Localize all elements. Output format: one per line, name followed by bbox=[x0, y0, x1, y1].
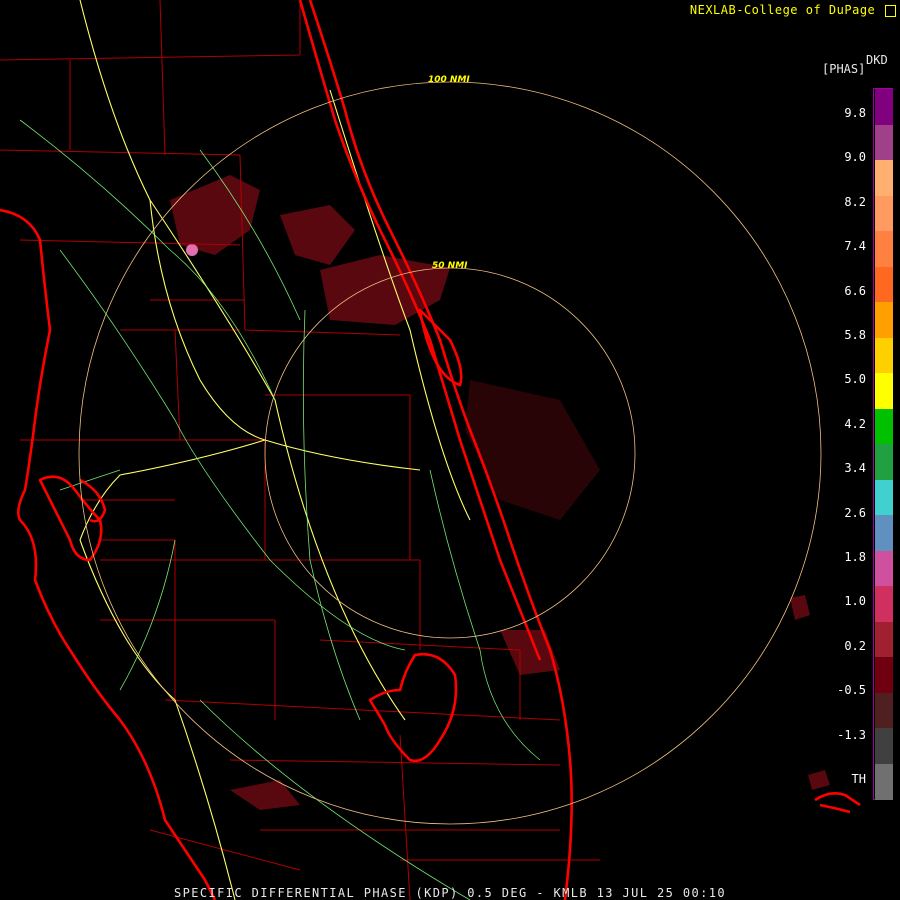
product-code: DKD bbox=[866, 53, 888, 67]
color-scale-tick: 1.0 bbox=[844, 594, 866, 609]
echo-hotspot bbox=[186, 244, 198, 256]
radar-map: 50 NMI 100 NMI bbox=[0, 0, 861, 900]
color-scale-tick: 2.6 bbox=[844, 505, 866, 520]
credit-text: NEXLAB-College of DuPage bbox=[690, 3, 896, 17]
color-scale-tick: 9.8 bbox=[844, 106, 866, 120]
color-scale-segment bbox=[875, 657, 893, 693]
color-scale-tick: 5.0 bbox=[844, 372, 866, 387]
color-scale-segment bbox=[875, 160, 893, 196]
color-scale-tick: 7.4 bbox=[844, 239, 866, 254]
color-scale-segment bbox=[875, 479, 893, 516]
ring-label-50: 50 NMI bbox=[432, 261, 468, 271]
color-scale-tick: 1.8 bbox=[844, 550, 866, 564]
color-scale-segment bbox=[875, 124, 893, 161]
color-scale-tick: -0.5 bbox=[837, 683, 866, 698]
product-caption: SPECIFIC DIFFERENTIAL PHASE (KDP) 0.5 DE… bbox=[174, 886, 726, 900]
color-scale-segment bbox=[875, 692, 893, 729]
color-scale-segment bbox=[875, 586, 893, 622]
color-scale-segment bbox=[875, 728, 893, 764]
color-scale-segment bbox=[875, 302, 893, 338]
legend-unit: [PHAS] bbox=[822, 62, 866, 76]
color-scale-segment bbox=[875, 231, 893, 267]
color-scale-tick: 6.6 bbox=[844, 283, 866, 298]
color-scale-tick: 5.8 bbox=[844, 328, 866, 342]
color-scale-segment bbox=[875, 89, 893, 125]
color-scale-tick: -1.3 bbox=[837, 727, 866, 742]
coastline bbox=[0, 0, 861, 900]
credit-label: NEXLAB-College of DuPage bbox=[689, 3, 876, 17]
color-scale-segment bbox=[875, 444, 893, 480]
color-scale-tick: 0.2 bbox=[844, 638, 866, 653]
ring-label-100: 100 NMI bbox=[428, 75, 470, 85]
color-scale-segment bbox=[875, 621, 893, 658]
color-scale-segment bbox=[875, 515, 893, 551]
highway-lines bbox=[79, 0, 471, 900]
color-scale-segment bbox=[875, 763, 893, 800]
color-scale-tick: 8.2 bbox=[844, 194, 866, 209]
color-scale-tick: 3.4 bbox=[844, 461, 866, 476]
color-scale-segment bbox=[875, 266, 893, 303]
color-scale-segment bbox=[875, 195, 893, 232]
logo-icon bbox=[885, 4, 896, 17]
color-scale-tick: TH bbox=[851, 772, 866, 786]
color-scale-segment bbox=[875, 408, 893, 445]
color-scale-segment bbox=[875, 550, 893, 587]
color-scale-tick: 9.0 bbox=[844, 150, 866, 165]
color-scale-segment bbox=[875, 373, 893, 409]
color-scale-segment bbox=[875, 337, 893, 374]
color-scale-bar bbox=[873, 88, 893, 800]
color-scale-tick: 4.2 bbox=[844, 416, 866, 431]
